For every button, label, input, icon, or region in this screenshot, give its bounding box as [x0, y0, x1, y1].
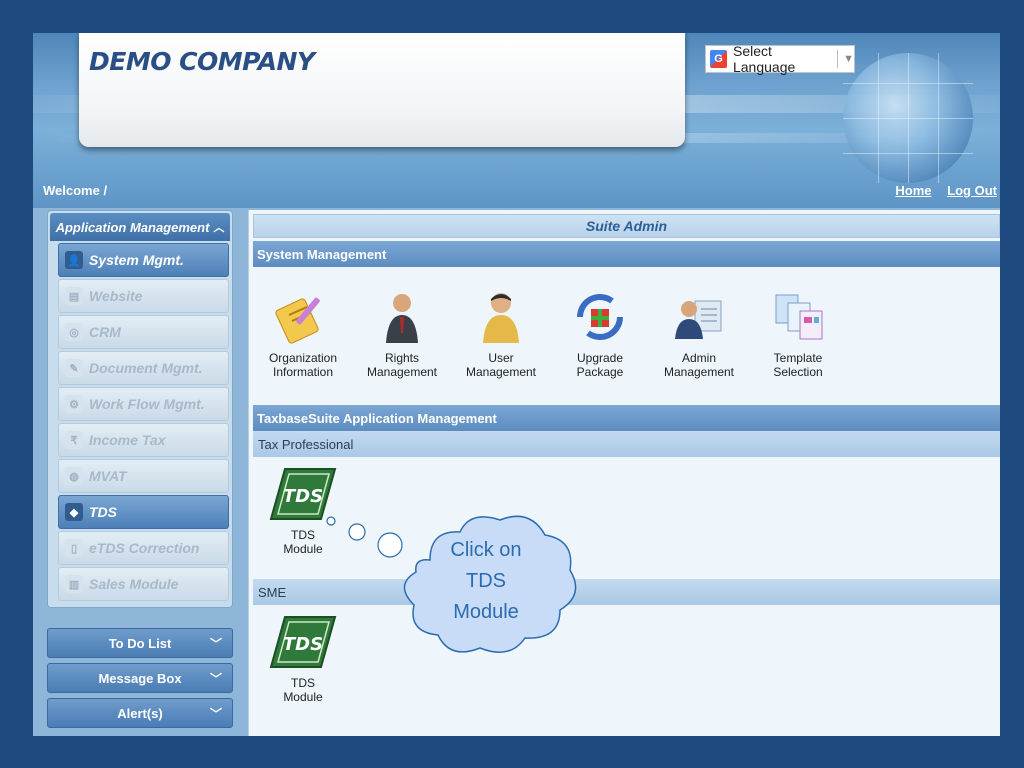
sidebar-item-label: CRM — [89, 324, 121, 340]
chevron-down-icon: ﹀ — [209, 706, 222, 721]
sidebar-item-label: Work Flow Mgmt. — [89, 396, 205, 412]
sidebar-item-workflow-mgmt[interactable]: ⚙ Work Flow Mgmt. — [58, 387, 229, 421]
sme-tiles: TDS TDS Module — [253, 605, 1000, 725]
alerts-label: Alert(s) — [117, 705, 163, 721]
income-tax-icon: ₹ — [65, 431, 83, 449]
header: DEMO COMPANY G Select Language ▼ Welcome… — [33, 33, 1000, 208]
application-management-heading: TaxbaseSuite Application Management — [253, 405, 1000, 431]
svg-text:TDS: TDS — [283, 634, 323, 655]
chevron-up-icon: ︿ — [213, 222, 225, 234]
message-box-label: Message Box — [98, 670, 182, 686]
user-management-icon — [471, 287, 531, 347]
admin-icon — [669, 287, 729, 347]
tile-label: User Management — [465, 351, 537, 379]
todo-list-button[interactable]: To Do List ﹀ — [47, 628, 233, 658]
callout-bubbles — [326, 516, 403, 558]
etds-icon: ▯ — [65, 539, 83, 557]
chevron-down-icon: ﹀ — [209, 671, 222, 686]
language-select-label: Select Language — [732, 43, 796, 75]
callout-text: Click on TDS Module — [450, 539, 522, 623]
rights-icon — [372, 287, 432, 347]
tds-icon: ◆ — [65, 503, 83, 521]
admin-management-tile[interactable]: Admin Management — [654, 287, 744, 379]
chevron-down-icon: ﹀ — [209, 636, 222, 651]
sidebar-item-label: System Mgmt. — [89, 252, 184, 268]
document-icon: ✎ — [65, 359, 83, 377]
logout-link[interactable]: Log Out — [947, 183, 997, 198]
organization-icon — [273, 287, 333, 347]
sidebar-item-label: MVAT — [89, 468, 127, 484]
template-icon — [768, 287, 828, 347]
sidebar-item-website[interactable]: ▤ Website — [58, 279, 229, 313]
sales-icon: ▥ — [65, 575, 83, 593]
google-translate-icon: G — [710, 50, 727, 68]
page-title: Suite Admin — [253, 214, 1000, 238]
sidebar-item-tds[interactable]: ◆ TDS — [58, 495, 229, 529]
tile-label: Upgrade Package — [576, 351, 624, 379]
tile-label: Organization Information — [268, 351, 338, 379]
workflow-icon: ⚙ — [65, 395, 83, 413]
panel-title: Application Management — [55, 219, 210, 235]
rights-management-tile[interactable]: Rights Management — [357, 287, 447, 379]
upgrade-package-tile[interactable]: Upgrade Package — [555, 287, 645, 379]
dropdown-arrow-icon: ▼ — [843, 53, 854, 65]
sidebar-item-label: eTDS Correction — [89, 540, 200, 556]
tile-label: Rights Management — [366, 351, 438, 379]
sidebar-item-label: TDS — [89, 504, 117, 520]
todo-list-label: To Do List — [108, 635, 172, 651]
logo-card: DEMO COMPANY — [79, 33, 685, 147]
sidebar-item-system-mgmt[interactable]: 👤 System Mgmt. — [58, 243, 229, 277]
tile-label: Admin Management — [663, 351, 735, 379]
home-link[interactable]: Home — [895, 183, 931, 198]
sidebar: Application Management ︿ 👤 System Mgmt. … — [47, 210, 233, 728]
alerts-button[interactable]: Alert(s) ﹀ — [47, 698, 233, 728]
system-management-tiles: Organization Information Rights Manageme… — [253, 267, 1000, 405]
website-icon: ▤ — [65, 287, 83, 305]
sme-bar: SME — [253, 579, 1000, 605]
sidebar-item-mvat[interactable]: ◍ MVAT — [58, 459, 229, 493]
application-management-panel: Application Management ︿ 👤 System Mgmt. … — [47, 210, 233, 608]
application-management-header[interactable]: Application Management ︿ — [50, 213, 230, 241]
mvat-icon: ◍ — [65, 467, 83, 485]
message-box-button[interactable]: Message Box ﹀ — [47, 663, 233, 693]
svg-text:TDS: TDS — [283, 486, 323, 507]
tds-module-tile[interactable]: TDS TDS Module — [263, 613, 343, 704]
sidebar-item-label: Document Mgmt. — [89, 360, 203, 376]
sidebar-item-crm[interactable]: ◎ CRM — [58, 315, 229, 349]
language-select[interactable]: G Select Language ▼ — [705, 43, 855, 75]
user-icon: 👤 — [65, 251, 83, 269]
sidebar-item-document-mgmt[interactable]: ✎ Document Mgmt. — [58, 351, 229, 385]
tile-label: TDS Module — [283, 676, 323, 704]
globe-graphic — [843, 53, 973, 183]
sidebar-item-etds-correction[interactable]: ▯ eTDS Correction — [58, 531, 229, 565]
template-selection-tile[interactable]: Template Selection — [753, 287, 843, 379]
sidebar-item-label: Income Tax — [89, 432, 166, 448]
tds-module-icon: TDS — [269, 616, 337, 668]
crm-icon: ◎ — [65, 323, 83, 341]
sidebar-item-label: Website — [89, 288, 143, 304]
upgrade-package-icon — [570, 287, 630, 347]
sidebar-item-label: Sales Module — [89, 576, 179, 592]
organization-information-tile[interactable]: Organization Information — [258, 287, 348, 379]
welcome-text: Welcome / — [43, 183, 108, 198]
top-links: Home Log Out — [883, 183, 997, 198]
company-name: DEMO COMPANY — [89, 47, 315, 76]
main-content: Suite Admin System Management Organizati… — [248, 210, 1000, 736]
tile-label: Template Selection — [773, 351, 823, 379]
system-management-heading: System Management — [253, 241, 1000, 267]
sidebar-item-income-tax[interactable]: ₹ Income Tax — [58, 423, 229, 457]
sidebar-item-sales-module[interactable]: ▥ Sales Module — [58, 567, 229, 601]
tax-professional-bar: Tax Professional — [253, 431, 1000, 457]
user-management-tile[interactable]: User Management — [456, 287, 546, 379]
